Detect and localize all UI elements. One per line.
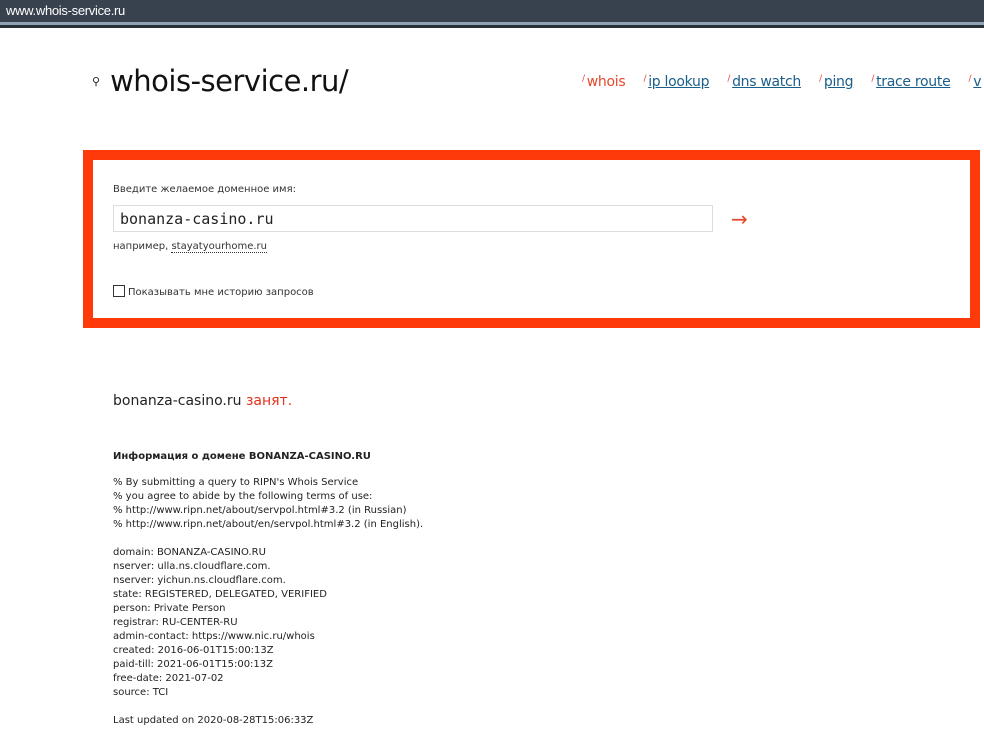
info-line: domain: BONANZA-CASINO.RU (113, 547, 266, 558)
site-logo[interactable]: ⚲ whois-service.ru/ (92, 64, 349, 98)
example-hint: например, stayatyourhome.ru (113, 241, 267, 253)
domain-input[interactable] (113, 205, 713, 232)
info-line: % http://www.ripn.net/about/servpol.html… (113, 505, 407, 516)
last-updated: Last updated on 2020-08-28T15:06:33Z (113, 715, 314, 726)
nav-whois[interactable]: / whois (582, 74, 626, 90)
submit-arrow-icon[interactable]: → (731, 207, 748, 231)
nav-dns-watch[interactable]: / dns watch (727, 74, 801, 90)
status-busy: занят. (245, 393, 293, 409)
info-line: % you agree to abide by the following te… (113, 491, 373, 502)
info-line: % http://www.ripn.net/about/en/servpol.h… (113, 519, 424, 530)
result-status: bonanza-casino.ru занят. (113, 393, 293, 409)
history-checkbox[interactable] (113, 285, 125, 297)
nav-ping[interactable]: / ping (819, 74, 853, 90)
search-icon: ⚲ (92, 74, 101, 88)
info-line: nserver: ulla.ns.cloudflare.com. (113, 561, 271, 572)
whois-form: Введите желаемое доменное имя: → наприме… (83, 150, 980, 328)
info-line: nserver: yichun.ns.cloudflare.com. (113, 575, 286, 586)
terms-block: % By submitting a query to RIPN's Whois … (113, 476, 423, 532)
logo-text: whois-service.ru/ (110, 64, 349, 98)
example-link[interactable]: stayatyourhome.ru (171, 241, 267, 253)
info-line: registrar: RU-CENTER-RU (113, 617, 238, 628)
info-line: source: TCI (113, 687, 169, 698)
info-line: created: 2016-06-01T15:00:13Z (113, 645, 274, 656)
info-line: free-date: 2021-07-02 (113, 673, 224, 684)
info-line: state: REGISTERED, DELEGATED, VERIFIED (113, 589, 327, 600)
whois-info: Информация о домене BONANZA-CASINO.RU % … (113, 450, 423, 728)
address-bar[interactable]: www.whois-service.ru (0, 0, 984, 25)
info-heading: Информация о домене BONANZA-CASINO.RU (113, 451, 371, 462)
address-url[interactable]: www.whois-service.ru (6, 3, 125, 18)
nav-trace-route[interactable]: / trace route (871, 74, 950, 90)
info-line: person: Private Person (113, 603, 226, 614)
nav-more[interactable]: / v (969, 74, 982, 90)
info-line: % By submitting a query to RIPN's Whois … (113, 477, 359, 488)
records-block: domain: BONANZA-CASINO.RU nserver: ulla.n… (113, 546, 423, 700)
domain-label: Введите желаемое доменное имя: (113, 184, 296, 195)
info-line: paid-till: 2021-06-01T15:00:13Z (113, 659, 273, 670)
nav-ip-lookup[interactable]: / ip lookup (643, 74, 709, 90)
top-nav: / whois / ip lookup / dns watch / ping / trac… (582, 74, 984, 90)
info-line: admin-contact: https://www.nic.ru/whois (113, 631, 315, 642)
history-label[interactable]: Показывать мне историю запросов (128, 287, 314, 298)
